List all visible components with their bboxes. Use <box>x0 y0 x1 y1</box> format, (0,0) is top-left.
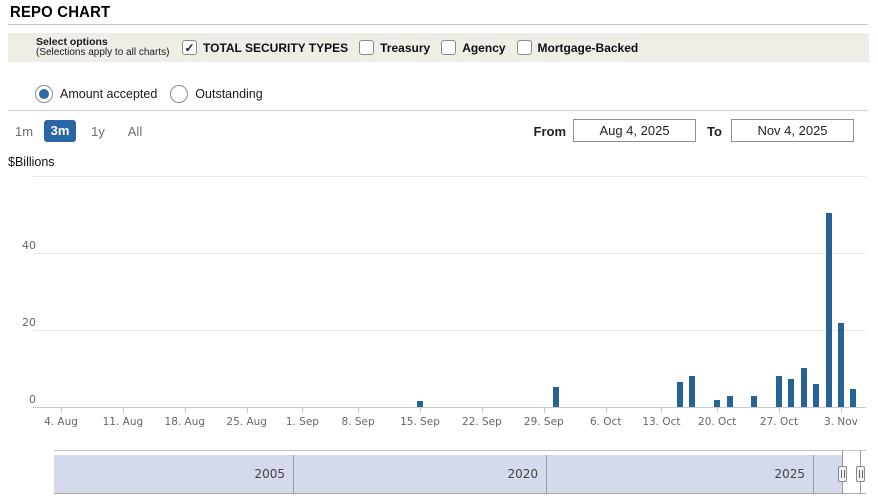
chart-bar[interactable] <box>850 389 856 407</box>
radio-dot <box>39 89 49 99</box>
gridline-20 <box>33 330 866 331</box>
x-axis-tick <box>247 408 248 413</box>
options-bar: Select options (Selections apply to all … <box>8 33 869 62</box>
navigator-outline-bottom <box>54 493 866 494</box>
x-axis-tick <box>123 408 124 413</box>
radio-label: Outstanding <box>195 87 262 101</box>
x-axis-label: 6. Oct <box>578 416 634 428</box>
chart-bar[interactable] <box>813 384 819 407</box>
chart-bar[interactable] <box>689 376 695 407</box>
chart-bar[interactable] <box>826 213 832 407</box>
from-date-input[interactable] <box>573 119 696 142</box>
checkbox-label: Agency <box>462 41 505 55</box>
checkbox-label: Treasury <box>380 41 430 55</box>
x-axis-label: 27. Oct <box>751 416 807 428</box>
y-axis-label-40: 40 <box>8 239 36 252</box>
x-axis-label: 8. Sep <box>330 416 386 428</box>
checkbox-unchecked-icon[interactable] <box>517 40 532 55</box>
to-date-input[interactable] <box>731 119 854 142</box>
checkbox-label: TOTAL SECURITY TYPES <box>203 41 348 55</box>
x-axis-label: 20. Oct <box>689 416 745 428</box>
x-axis-tick <box>779 408 780 413</box>
chart-bar[interactable] <box>801 368 807 407</box>
range-button-all[interactable]: All <box>120 124 150 139</box>
chart-bar[interactable] <box>838 323 844 407</box>
chart-bar[interactable] <box>417 401 423 407</box>
x-axis-tick <box>661 408 662 413</box>
x-axis-tick <box>717 408 718 413</box>
page-title: REPO CHART <box>10 4 110 22</box>
range-button-1y[interactable]: 1y <box>88 124 108 139</box>
gridline-60 <box>33 176 866 177</box>
navigator-handle-left[interactable] <box>838 466 847 482</box>
repo-chart-page: REPO CHART Select options (Selections ap… <box>0 0 878 497</box>
x-axis-label: 22. Sep <box>454 416 510 428</box>
radio-selected-icon[interactable] <box>35 85 53 103</box>
navigator-year-divider <box>546 455 547 493</box>
radio-unselected-icon[interactable] <box>170 85 188 103</box>
radio-option-outstanding[interactable]: Outstanding <box>170 85 262 103</box>
checkbox-option-treasury[interactable]: Treasury <box>359 40 430 55</box>
chart-bar[interactable] <box>788 379 794 407</box>
checkbox-option-mortgage-backed[interactable]: Mortgage-Backed <box>517 40 639 55</box>
x-axis-tick <box>544 408 545 413</box>
y-axis-title: $Billions <box>8 155 55 169</box>
checkbox-unchecked-icon[interactable] <box>441 40 456 55</box>
chart-bar[interactable] <box>677 382 683 407</box>
x-axis-tick <box>606 408 607 413</box>
checkbox-option-total-security-types[interactable]: ✓ TOTAL SECURITY TYPES <box>182 40 348 55</box>
from-label: From <box>520 124 566 139</box>
x-axis-line <box>33 407 866 408</box>
x-axis-label: 4. Aug <box>33 416 89 428</box>
radio-option-amount-accepted[interactable]: Amount accepted <box>35 85 157 103</box>
to-label: To <box>707 124 727 139</box>
chart-bar[interactable] <box>553 387 559 407</box>
chart-bar[interactable] <box>776 376 782 407</box>
x-axis-tick <box>420 408 421 413</box>
x-axis-label: 29. Sep <box>516 416 572 428</box>
navigator-outline-top <box>54 450 866 451</box>
chart-bar[interactable] <box>751 396 757 407</box>
navigator-year-divider <box>813 455 814 493</box>
navigator-handle-right[interactable] <box>856 466 865 482</box>
radio-label: Amount accepted <box>60 87 157 101</box>
title-divider <box>8 24 868 25</box>
checkbox-unchecked-icon[interactable] <box>359 40 374 55</box>
checkbox-label: Mortgage-Backed <box>538 41 639 55</box>
x-axis-tick <box>185 408 186 413</box>
radio-divider <box>8 110 868 111</box>
gridline-40 <box>33 253 866 254</box>
x-axis-tick <box>482 408 483 413</box>
navigator-year-label: 2020 <box>480 467 538 481</box>
checkbox-option-agency[interactable]: Agency <box>441 40 505 55</box>
x-axis-label: 18. Aug <box>157 416 213 428</box>
navigator-mask[interactable] <box>54 455 842 493</box>
chart-bar[interactable] <box>714 400 720 407</box>
y-axis-label-20: 20 <box>8 316 36 329</box>
select-options-label: Select options (Selections apply to all … <box>36 37 169 58</box>
x-axis-label: 1. Sep <box>274 416 330 428</box>
chart-bar[interactable] <box>727 396 733 407</box>
security-type-checkbox-group: ✓ TOTAL SECURITY TYPES Treasury Agency Mortg… <box>182 33 638 62</box>
x-axis-label: 3. Nov <box>813 416 869 428</box>
range-button-3m[interactable]: 3m <box>44 120 76 142</box>
x-axis-label: 13. Oct <box>633 416 689 428</box>
navigator-year-label: 2005 <box>227 467 285 481</box>
x-axis-label: 15. Sep <box>392 416 448 428</box>
checkbox-checked-icon[interactable]: ✓ <box>182 40 197 55</box>
x-axis-tick <box>358 408 359 413</box>
series-toggle-group: Amount accepted Outstanding <box>35 83 263 104</box>
navigator-year-divider <box>293 455 294 493</box>
x-axis-tick <box>61 408 62 413</box>
x-axis-tick <box>302 408 303 413</box>
y-axis-label-0: 0 <box>8 393 36 406</box>
range-button-1m[interactable]: 1m <box>14 124 34 139</box>
x-axis-label: 25. Aug <box>219 416 275 428</box>
x-axis-label: 11. Aug <box>95 416 151 428</box>
navigator-year-label: 2025 <box>747 467 805 481</box>
x-axis-tick <box>841 408 842 413</box>
